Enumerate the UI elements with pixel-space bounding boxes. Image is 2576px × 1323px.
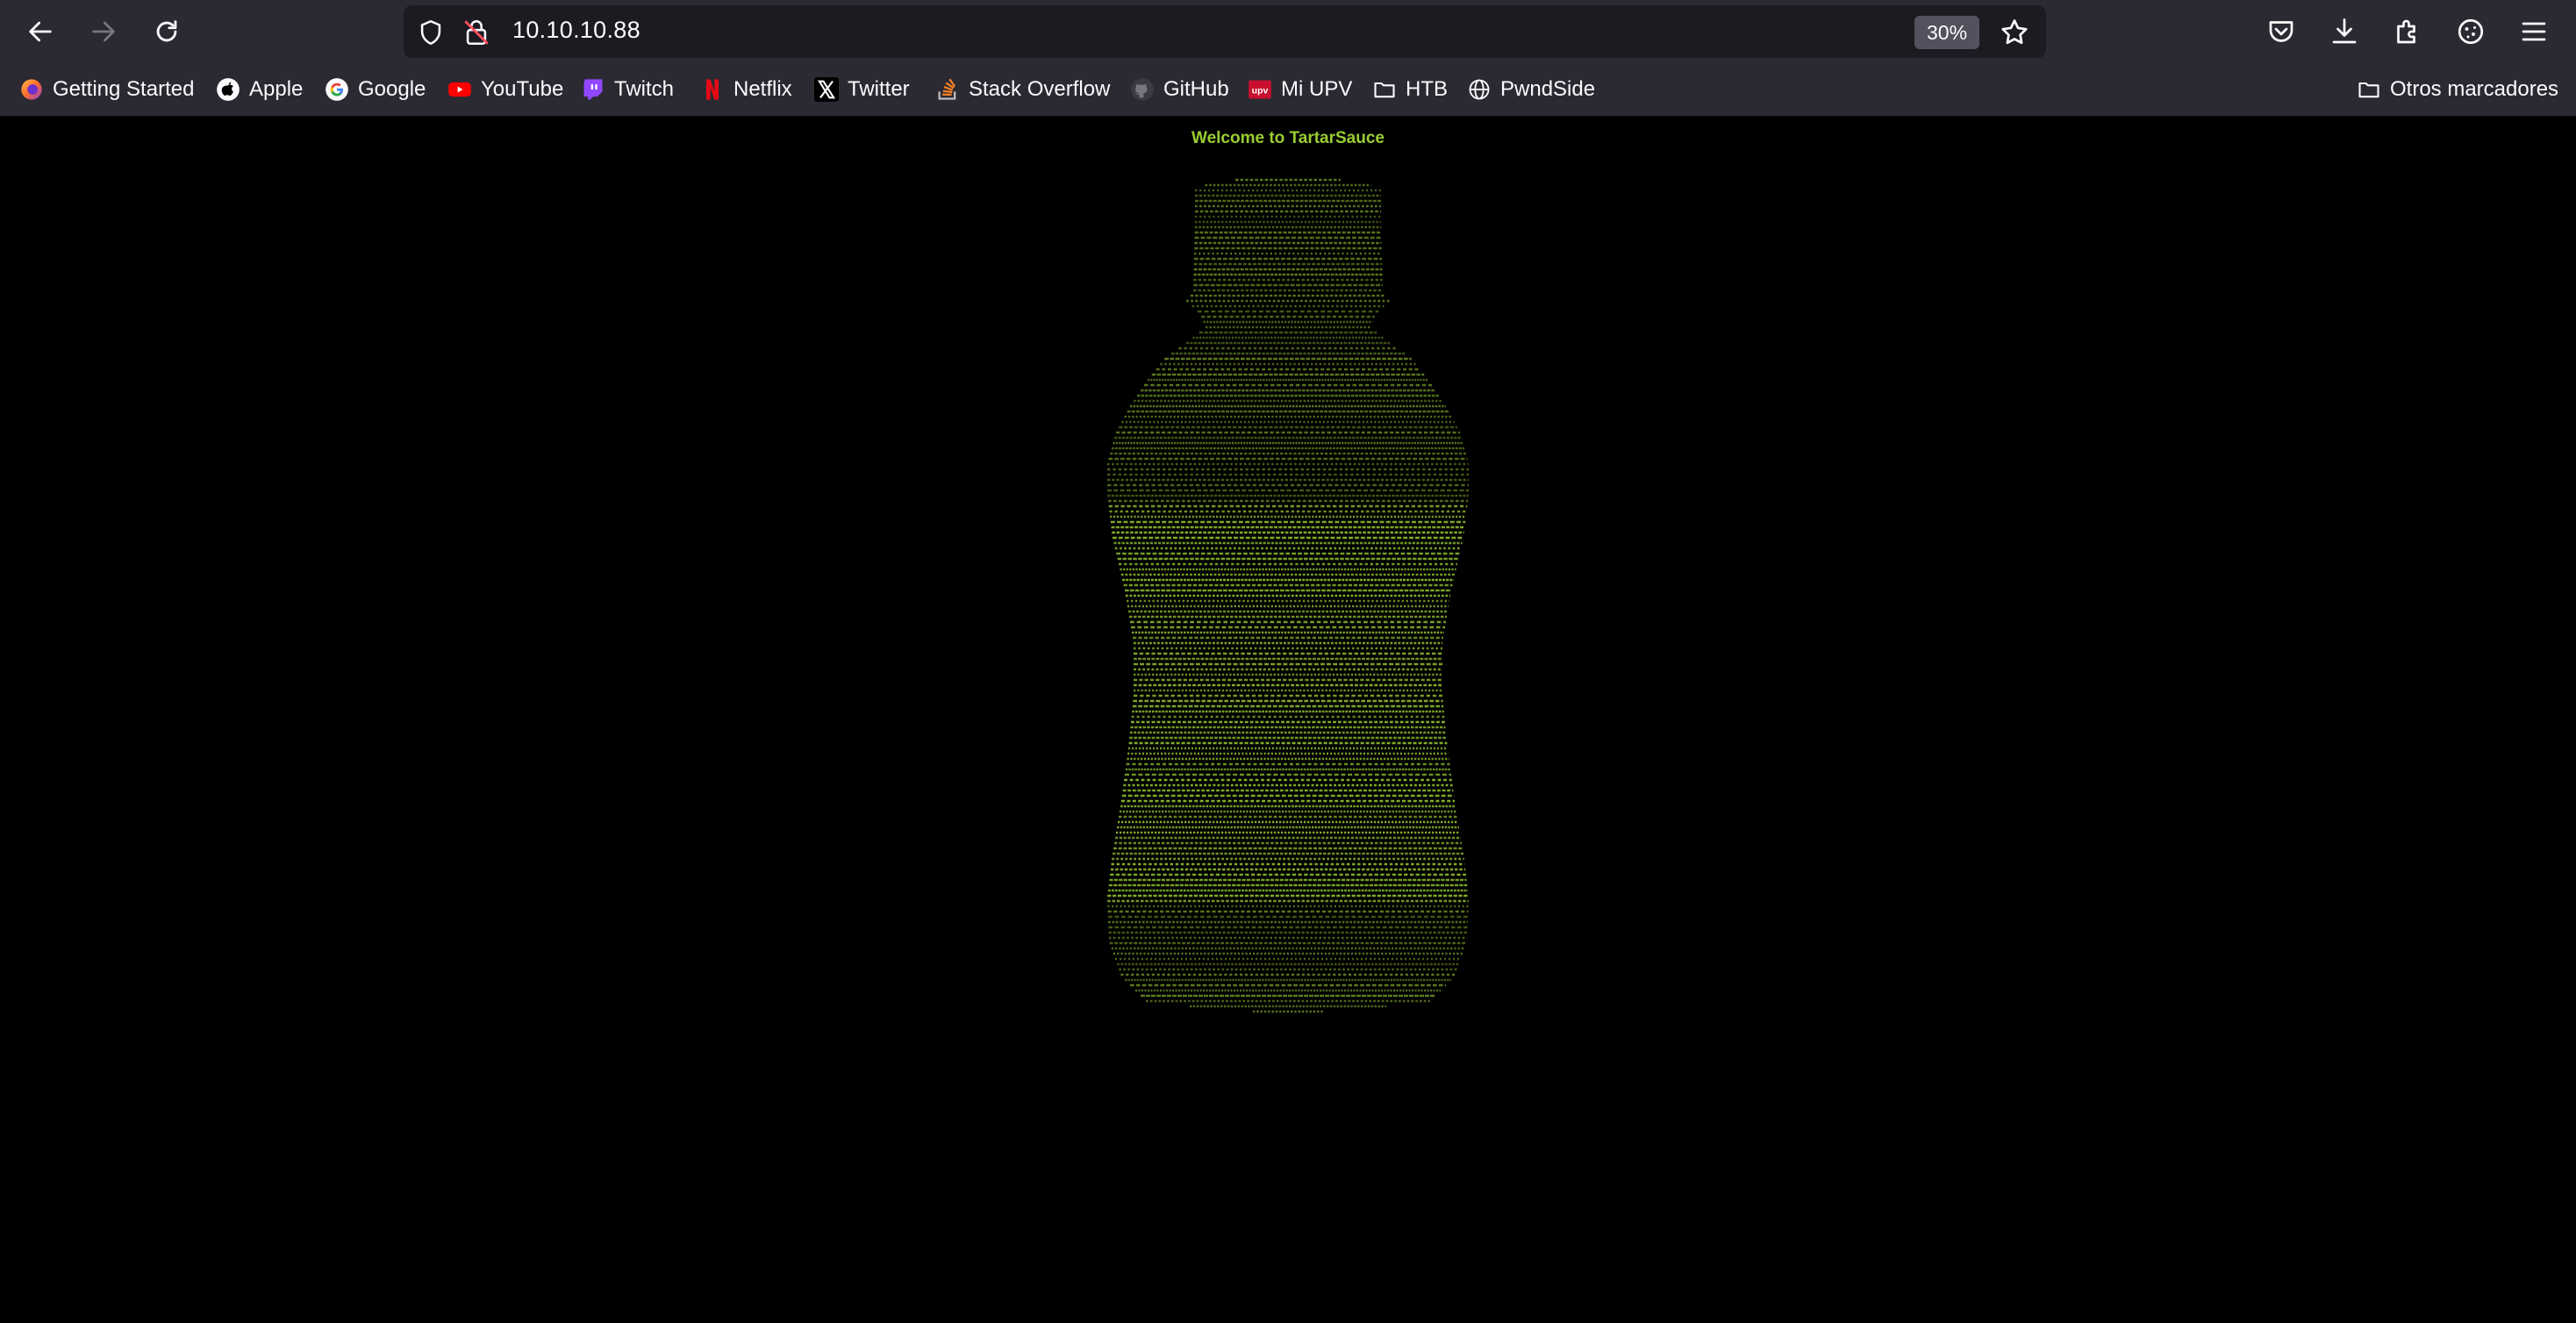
bookmark-twitch[interactable]: Twitch	[581, 72, 674, 107]
zoom-level-badge[interactable]: 30%	[1914, 16, 1980, 49]
bookmark-pwndside[interactable]: PwndSide	[1467, 72, 1595, 107]
bookmark-apple[interactable]: Apple	[216, 72, 303, 107]
twitch-icon	[583, 79, 603, 100]
bookmark-netflix[interactable]: Netflix	[700, 72, 792, 107]
downloads-button[interactable]	[2325, 12, 2364, 51]
bookmark-label: Getting Started	[53, 77, 195, 101]
bookmark-google[interactable]: Google	[325, 72, 426, 107]
ascii-art-rows	[1107, 178, 1469, 1013]
apple-icon	[217, 78, 240, 101]
globe-icon	[1469, 79, 1490, 100]
bookmark-stack-overflow[interactable]: Stack Overflow	[935, 72, 1110, 107]
menu-button[interactable]	[2515, 12, 2553, 51]
bookmark-github[interactable]: GitHub	[1130, 72, 1229, 107]
svg-text:upv: upv	[1252, 86, 1269, 97]
reload-button[interactable]	[146, 11, 188, 53]
bookmark-label: Apple	[249, 77, 304, 101]
ascii-art-bottle	[1107, 178, 1469, 1013]
cookie-extension-button[interactable]	[2451, 12, 2490, 51]
insecure-lock-icon[interactable]	[462, 18, 491, 47]
bookmark-label: Netflix	[733, 77, 792, 101]
back-button[interactable]	[19, 11, 61, 53]
netflix-icon	[706, 79, 719, 100]
other-bookmarks-label: Otros marcadores	[2390, 77, 2559, 101]
shield-icon[interactable]	[416, 18, 446, 47]
url-text[interactable]: 10.10.10.88	[512, 17, 640, 44]
download-icon	[2332, 18, 2357, 44]
bookmark-label: PwndSide	[1500, 77, 1596, 101]
bookmark-label: Stack Overflow	[969, 77, 1111, 101]
pocket-icon	[2269, 21, 2293, 42]
pocket-button[interactable]	[2262, 12, 2301, 51]
extensions-button[interactable]	[2388, 12, 2427, 51]
bookmark-label: Google	[358, 77, 426, 101]
bookmark-label: HTB	[1406, 77, 1448, 101]
upv-icon: upv	[1249, 80, 1271, 99]
bookmark-twitter[interactable]: Twitter	[814, 72, 910, 107]
page-content: Welcome to TartarSauce	[0, 117, 2576, 1323]
back-arrow-icon	[29, 21, 52, 42]
bookmark-label: YouTube	[481, 77, 564, 101]
google-icon	[326, 78, 348, 101]
bookmark-youtube[interactable]: YouTube	[447, 72, 563, 107]
firefox-icon	[21, 79, 42, 100]
github-icon	[1131, 78, 1154, 101]
x-icon	[814, 77, 839, 102]
bookmark-label: Twitch	[614, 77, 675, 101]
bookmark-star-icon[interactable]	[1999, 17, 2030, 48]
folder-icon	[1374, 82, 1395, 98]
youtube-icon	[448, 82, 471, 97]
bookmark-getting-started[interactable]: Getting Started	[19, 72, 194, 107]
address-bar[interactable]: 10.10.10.88 30%	[404, 5, 2046, 58]
other-bookmarks-folder[interactable]: Otros marcadores	[2357, 72, 2558, 107]
puzzle-icon	[2397, 19, 2415, 44]
bookmark-label: Twitter	[848, 77, 910, 101]
stackoverflow-icon	[938, 78, 956, 100]
hamburger-menu-icon	[2522, 22, 2546, 41]
bookmark-label: GitHub	[1163, 77, 1229, 101]
navigation-toolbar: 10.10.10.88 30%	[0, 0, 2576, 63]
bookmark-folder-htb[interactable]: HTB	[1372, 72, 1448, 107]
browser-chrome: 10.10.10.88 30% Getting Started Apple Go…	[0, 0, 2576, 117]
bookmark-label: Mi UPV	[1281, 77, 1353, 101]
forward-button[interactable]	[82, 11, 125, 53]
bookmarks-toolbar: Getting Started Apple Google YouTube Twi…	[0, 63, 2576, 117]
folder-icon	[2358, 82, 2379, 98]
reload-icon	[156, 20, 177, 42]
cookie-icon	[2458, 18, 2484, 45]
bookmark-mi-upv[interactable]: upv Mi UPV	[1248, 72, 1352, 107]
forward-arrow-icon	[92, 21, 115, 42]
